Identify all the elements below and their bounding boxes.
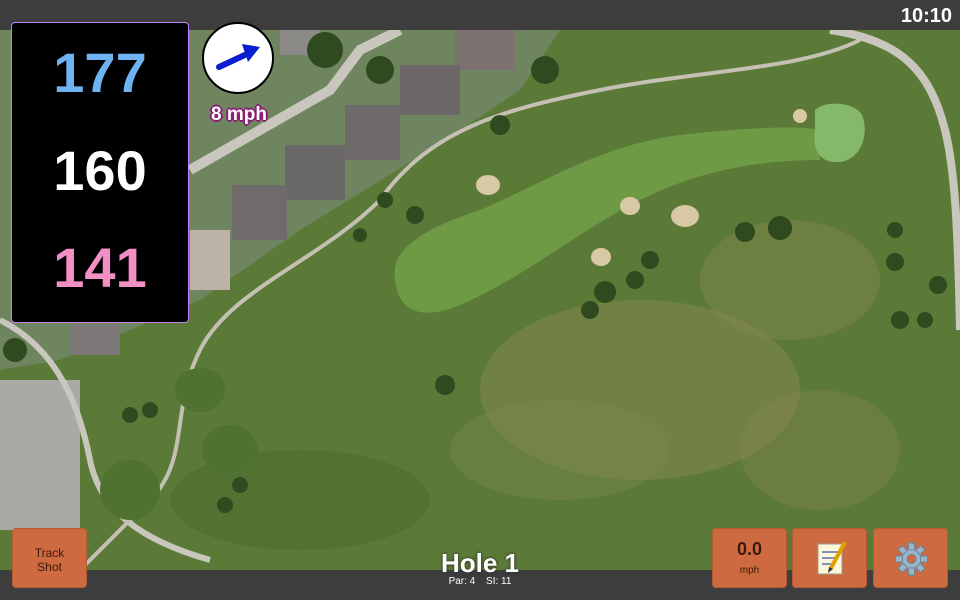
notes-button[interactable] [792,528,867,588]
wind-indicator [202,22,274,94]
distance-back: 177 [53,41,147,104]
speed-unit: mph [739,565,760,576]
settings-button[interactable] [873,528,948,588]
hole-par: Par: 4 [448,576,476,587]
speed-value: 0.0 [736,539,763,559]
clock: 10:10 [900,5,952,27]
distance-panel: 177 160 141 [11,22,189,323]
hole-title: Hole 1 [440,548,520,578]
notepad-icon [817,541,847,575]
wind-speed-label: 8 mph [211,104,267,125]
distance-center: 160 [53,139,147,202]
track-shot-label-line2: Shot [37,560,62,574]
distance-front: 141 [53,236,147,299]
gear-icon [895,542,928,576]
hole-stroke-index: SI: 11 [486,576,512,587]
track-shot-label-line1: Track [34,546,65,560]
speed-button[interactable]: 0.0 mph [712,528,787,588]
track-shot-button[interactable]: Track Shot [12,528,87,588]
arrow-right-icon [216,44,260,70]
hole-info: Par: 4 SI: 11 [380,576,580,587]
